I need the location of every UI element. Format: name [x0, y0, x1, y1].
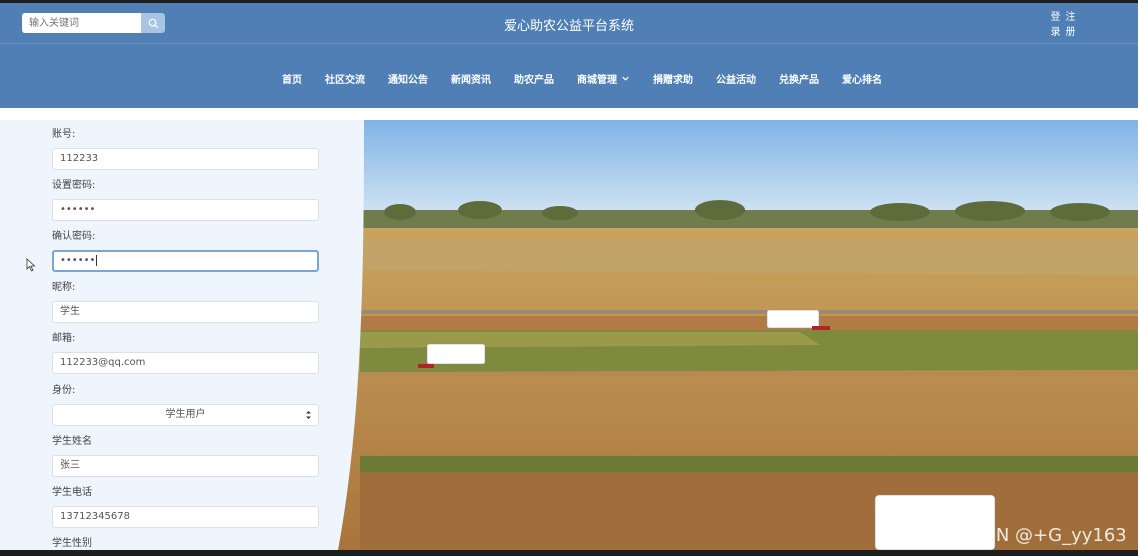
field-value: 学生用户 [165, 409, 206, 420]
field-value: 112233@qq.com [60, 357, 146, 368]
field-label: 学生电话 [52, 487, 92, 498]
bottom-bar [0, 550, 1138, 556]
nav-item[interactable]: 商城管理 [577, 71, 630, 86]
site-title: 爱心助农公益平台系统 [503, 19, 634, 34]
nav-item[interactable]: 社区交流 [325, 71, 365, 86]
login-link[interactable]: 登 [1048, 10, 1063, 25]
field-value: 112233 [60, 153, 99, 164]
form-input[interactable]: 学生 [52, 301, 319, 323]
watermark: CSDN @+G_yy163 [958, 525, 1127, 546]
form-input[interactable]: 112233 [52, 148, 319, 170]
field-label: 确认密码: [52, 231, 96, 242]
top-bar: 爱心助农公益平台系统 登注 录册 [0, 3, 1138, 43]
field-label: 设置密码: [52, 180, 96, 191]
nav-item[interactable]: 通知公告 [388, 71, 428, 86]
nav-item-label: 公益活动 [716, 75, 756, 86]
field-label: 身份: [52, 385, 76, 396]
field-value: 张三 [60, 460, 80, 471]
register-link[interactable]: 册 [1063, 25, 1078, 40]
form-input[interactable]: 13712345678 [52, 506, 319, 528]
field-label: 账号: [52, 129, 76, 140]
form-input[interactable]: 张三 [52, 455, 319, 477]
nav-item[interactable]: 助农产品 [514, 71, 554, 86]
field-value: •••••• [60, 204, 96, 215]
form-input[interactable]: 112233@qq.com [52, 352, 319, 374]
nav-item[interactable]: 捐赠求助 [653, 71, 693, 86]
field-label: 邮箱: [52, 333, 76, 344]
nav-item[interactable]: 首页 [282, 71, 302, 86]
nav-item-label: 通知公告 [388, 75, 428, 86]
form-input[interactable]: •••••• [52, 199, 319, 221]
nav-item-label: 助农产品 [514, 75, 554, 86]
divider [0, 108, 1138, 120]
nav-item[interactable]: 公益活动 [716, 71, 756, 86]
text-caret [96, 254, 98, 266]
nav-item[interactable]: 新闻资讯 [451, 71, 491, 86]
login-link[interactable]: 录 [1048, 25, 1063, 40]
nav-item-label: 兑换产品 [779, 75, 819, 86]
main-nav: 首页 社区交流 通知公告 新闻资讯 助农产品 商城管理 捐赠求助 公益活动 兑换产品 爱心排名 [0, 43, 1138, 108]
form-input[interactable]: •••••• [52, 250, 319, 272]
nav-item-label: 捐赠求助 [653, 75, 693, 86]
nav-item-label: 新闻资讯 [451, 75, 491, 86]
field-value: 学生 [60, 306, 80, 317]
nav-item-label: 爱心排名 [842, 75, 882, 86]
identity-select[interactable]: 学生用户 [52, 404, 319, 426]
auth-links: 登注 录册 [1048, 10, 1078, 40]
nav-list: 首页 社区交流 通知公告 新闻资讯 助农产品 商城管理 捐赠求助 公益活动 兑换产品 爱心排名 [282, 71, 882, 86]
chevron-down-icon [622, 76, 629, 81]
field-label: 学生姓名 [52, 436, 92, 447]
select-arrows-icon [306, 411, 311, 419]
main-content: 账号: 112233 设置密码: •••••• 确认密码: •••••• 昵称: 学生邮箱: 1… [0, 120, 1138, 550]
nav-item[interactable]: 爱心排名 [842, 71, 882, 86]
nav-item[interactable]: 兑换产品 [779, 71, 819, 86]
nav-item-label: 商城管理 [577, 75, 617, 86]
register-link[interactable]: 注 [1063, 10, 1078, 25]
field-value: •••••• [60, 255, 96, 266]
nav-item-label: 社区交流 [325, 75, 365, 86]
mouse-pointer-icon [26, 258, 36, 272]
nav-item-label: 首页 [282, 75, 302, 86]
field-label: 昵称: [52, 282, 76, 293]
field-label: 学生性别 [52, 538, 92, 549]
field-value: 13712345678 [60, 511, 130, 522]
